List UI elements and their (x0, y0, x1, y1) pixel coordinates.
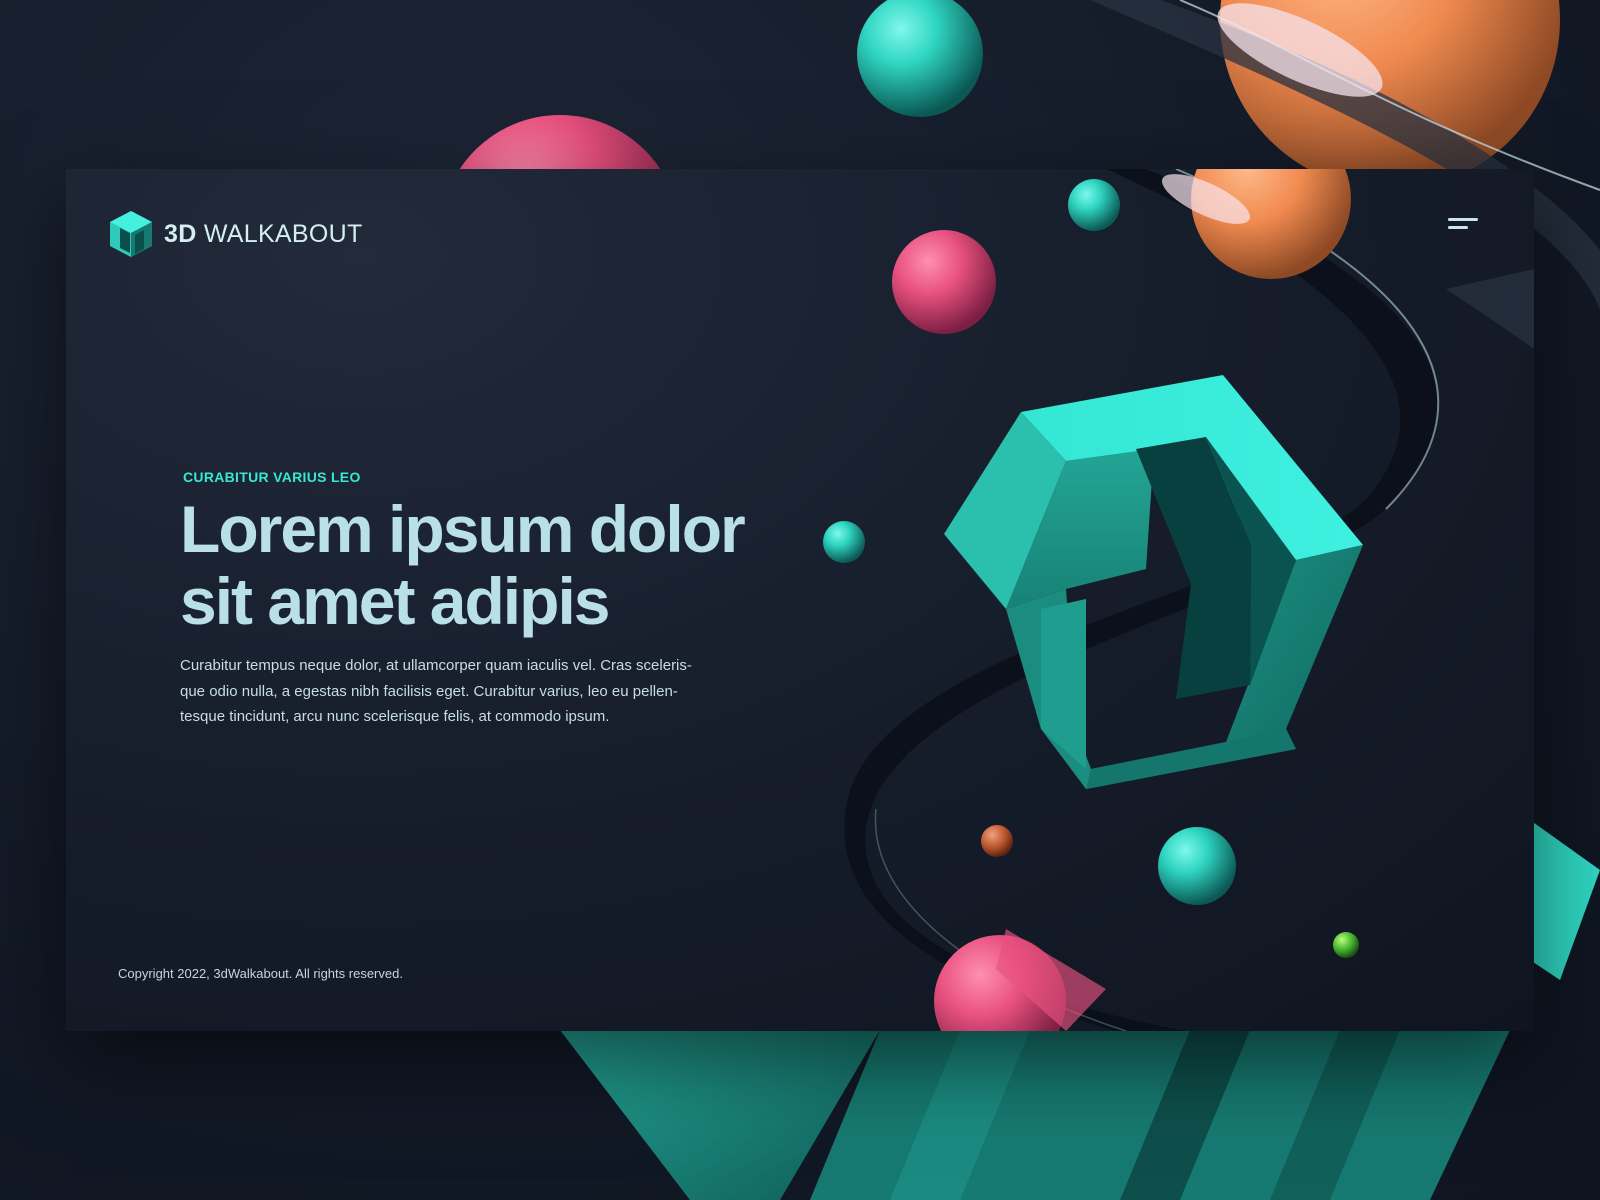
description-line-2: que odio nulla, a egestas nibh facilisis… (180, 682, 678, 700)
description-line-3: tesque tincidunt, arcu nunc scelerisque … (180, 708, 610, 725)
headline-line-1: Lorem ipsum dolor (180, 492, 746, 566)
copyright-text: Copyright 2022, 3dWalkabout. All rights … (118, 966, 403, 981)
brand-name-bold: 3D (164, 219, 197, 248)
hamburger-menu-icon[interactable] (1446, 215, 1480, 237)
description-line-1: Curabitur tempus neque dolor, at ullamco… (180, 657, 692, 674)
headline-line-2: sit amet adipis (180, 564, 610, 638)
hero-text: CURABITUR VARIUS LEO Lorem ipsum dolor s… (180, 469, 780, 730)
brand-name-light: WALKABOUT (203, 219, 363, 248)
hero-headline: Lorem ipsum dolor sit amet adipis (180, 493, 780, 637)
cube-logo-icon (110, 211, 152, 257)
hero-description: Curabitur tempus neque dolor, at ullamco… (180, 653, 740, 730)
brand-logo[interactable]: 3D WALKABOUT (108, 209, 363, 259)
brand-name: 3D WALKABOUT (164, 220, 363, 249)
hero-card: 3D WALKABOUT CURABITUR VARIUS LEO Lorem … (66, 169, 1534, 1031)
menu-bar-top (1448, 218, 1478, 221)
menu-bar-bottom (1448, 226, 1468, 229)
hero-eyebrow: CURABITUR VARIUS LEO (183, 469, 361, 485)
block-logo-shape (944, 375, 1363, 789)
